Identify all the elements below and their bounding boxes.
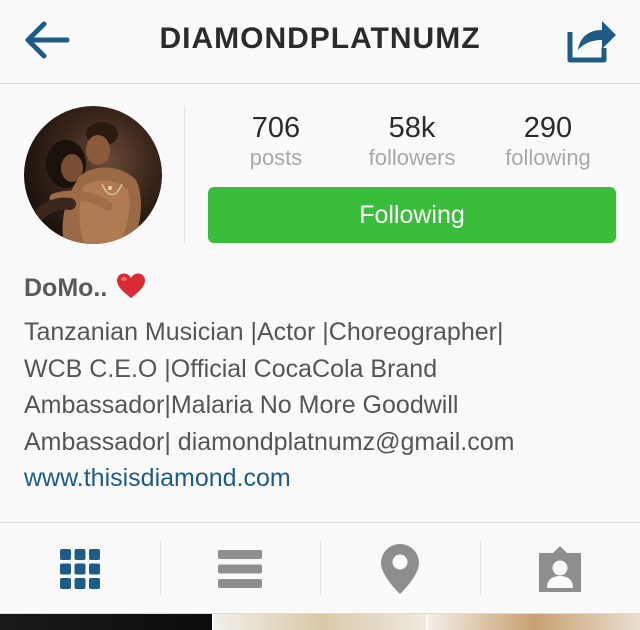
profile-avatar[interactable] xyxy=(24,106,162,244)
grid-icon xyxy=(60,549,100,589)
post-thumbnail[interactable] xyxy=(428,614,640,630)
location-pin-icon xyxy=(381,544,419,594)
bio-line: Tanzanian Musician |Actor |Choreographer… xyxy=(24,318,504,346)
avatar-divider xyxy=(184,106,185,244)
website-link[interactable]: www.thisisdiamond.com xyxy=(24,464,291,493)
list-icon xyxy=(218,550,262,588)
top-bar: DIAMONDPLATNUMZ xyxy=(0,0,640,84)
avatar-image xyxy=(32,122,141,244)
bio-line: Ambassador| diamondplatnumz@gmail.com xyxy=(24,427,515,456)
tagged-photos-icon xyxy=(539,546,581,592)
profile-name-row: DoMo.. xyxy=(24,272,146,303)
post-thumbnails xyxy=(0,614,640,630)
tab-tagged-photos[interactable] xyxy=(480,523,640,615)
post-thumbnail[interactable] xyxy=(0,614,212,630)
share-button[interactable] xyxy=(566,16,618,64)
tab-grid-view[interactable] xyxy=(0,523,160,615)
posts-stat[interactable]: 706 posts xyxy=(206,112,346,172)
profile-name: DoMo.. xyxy=(24,274,108,302)
tab-map-view[interactable] xyxy=(320,523,480,615)
bio-line: WCB C.E.O |Official CocaCola Brand xyxy=(24,354,438,383)
following-count: 290 xyxy=(523,112,573,144)
followers-label: followers xyxy=(368,145,456,170)
tab-list-view[interactable] xyxy=(160,523,320,615)
followers-stat[interactable]: 58k followers xyxy=(342,112,482,172)
following-label: following xyxy=(505,145,591,170)
posts-count: 706 xyxy=(251,112,301,144)
share-icon xyxy=(567,21,616,63)
post-thumbnail[interactable] xyxy=(214,614,426,630)
profile-tab-bar xyxy=(0,522,640,614)
profile-bio: Tanzanian Musician |Actor |Choreographer… xyxy=(24,314,624,460)
page-title: DIAMONDPLATNUMZ xyxy=(159,22,481,55)
heart-icon xyxy=(117,273,146,298)
following-button[interactable]: Following xyxy=(208,187,616,243)
bio-line: Ambassador|Malaria No More Goodwill xyxy=(24,391,459,419)
following-stat[interactable]: 290 following xyxy=(478,112,618,172)
posts-label: posts xyxy=(249,145,303,170)
followers-count: 58k xyxy=(388,112,436,144)
